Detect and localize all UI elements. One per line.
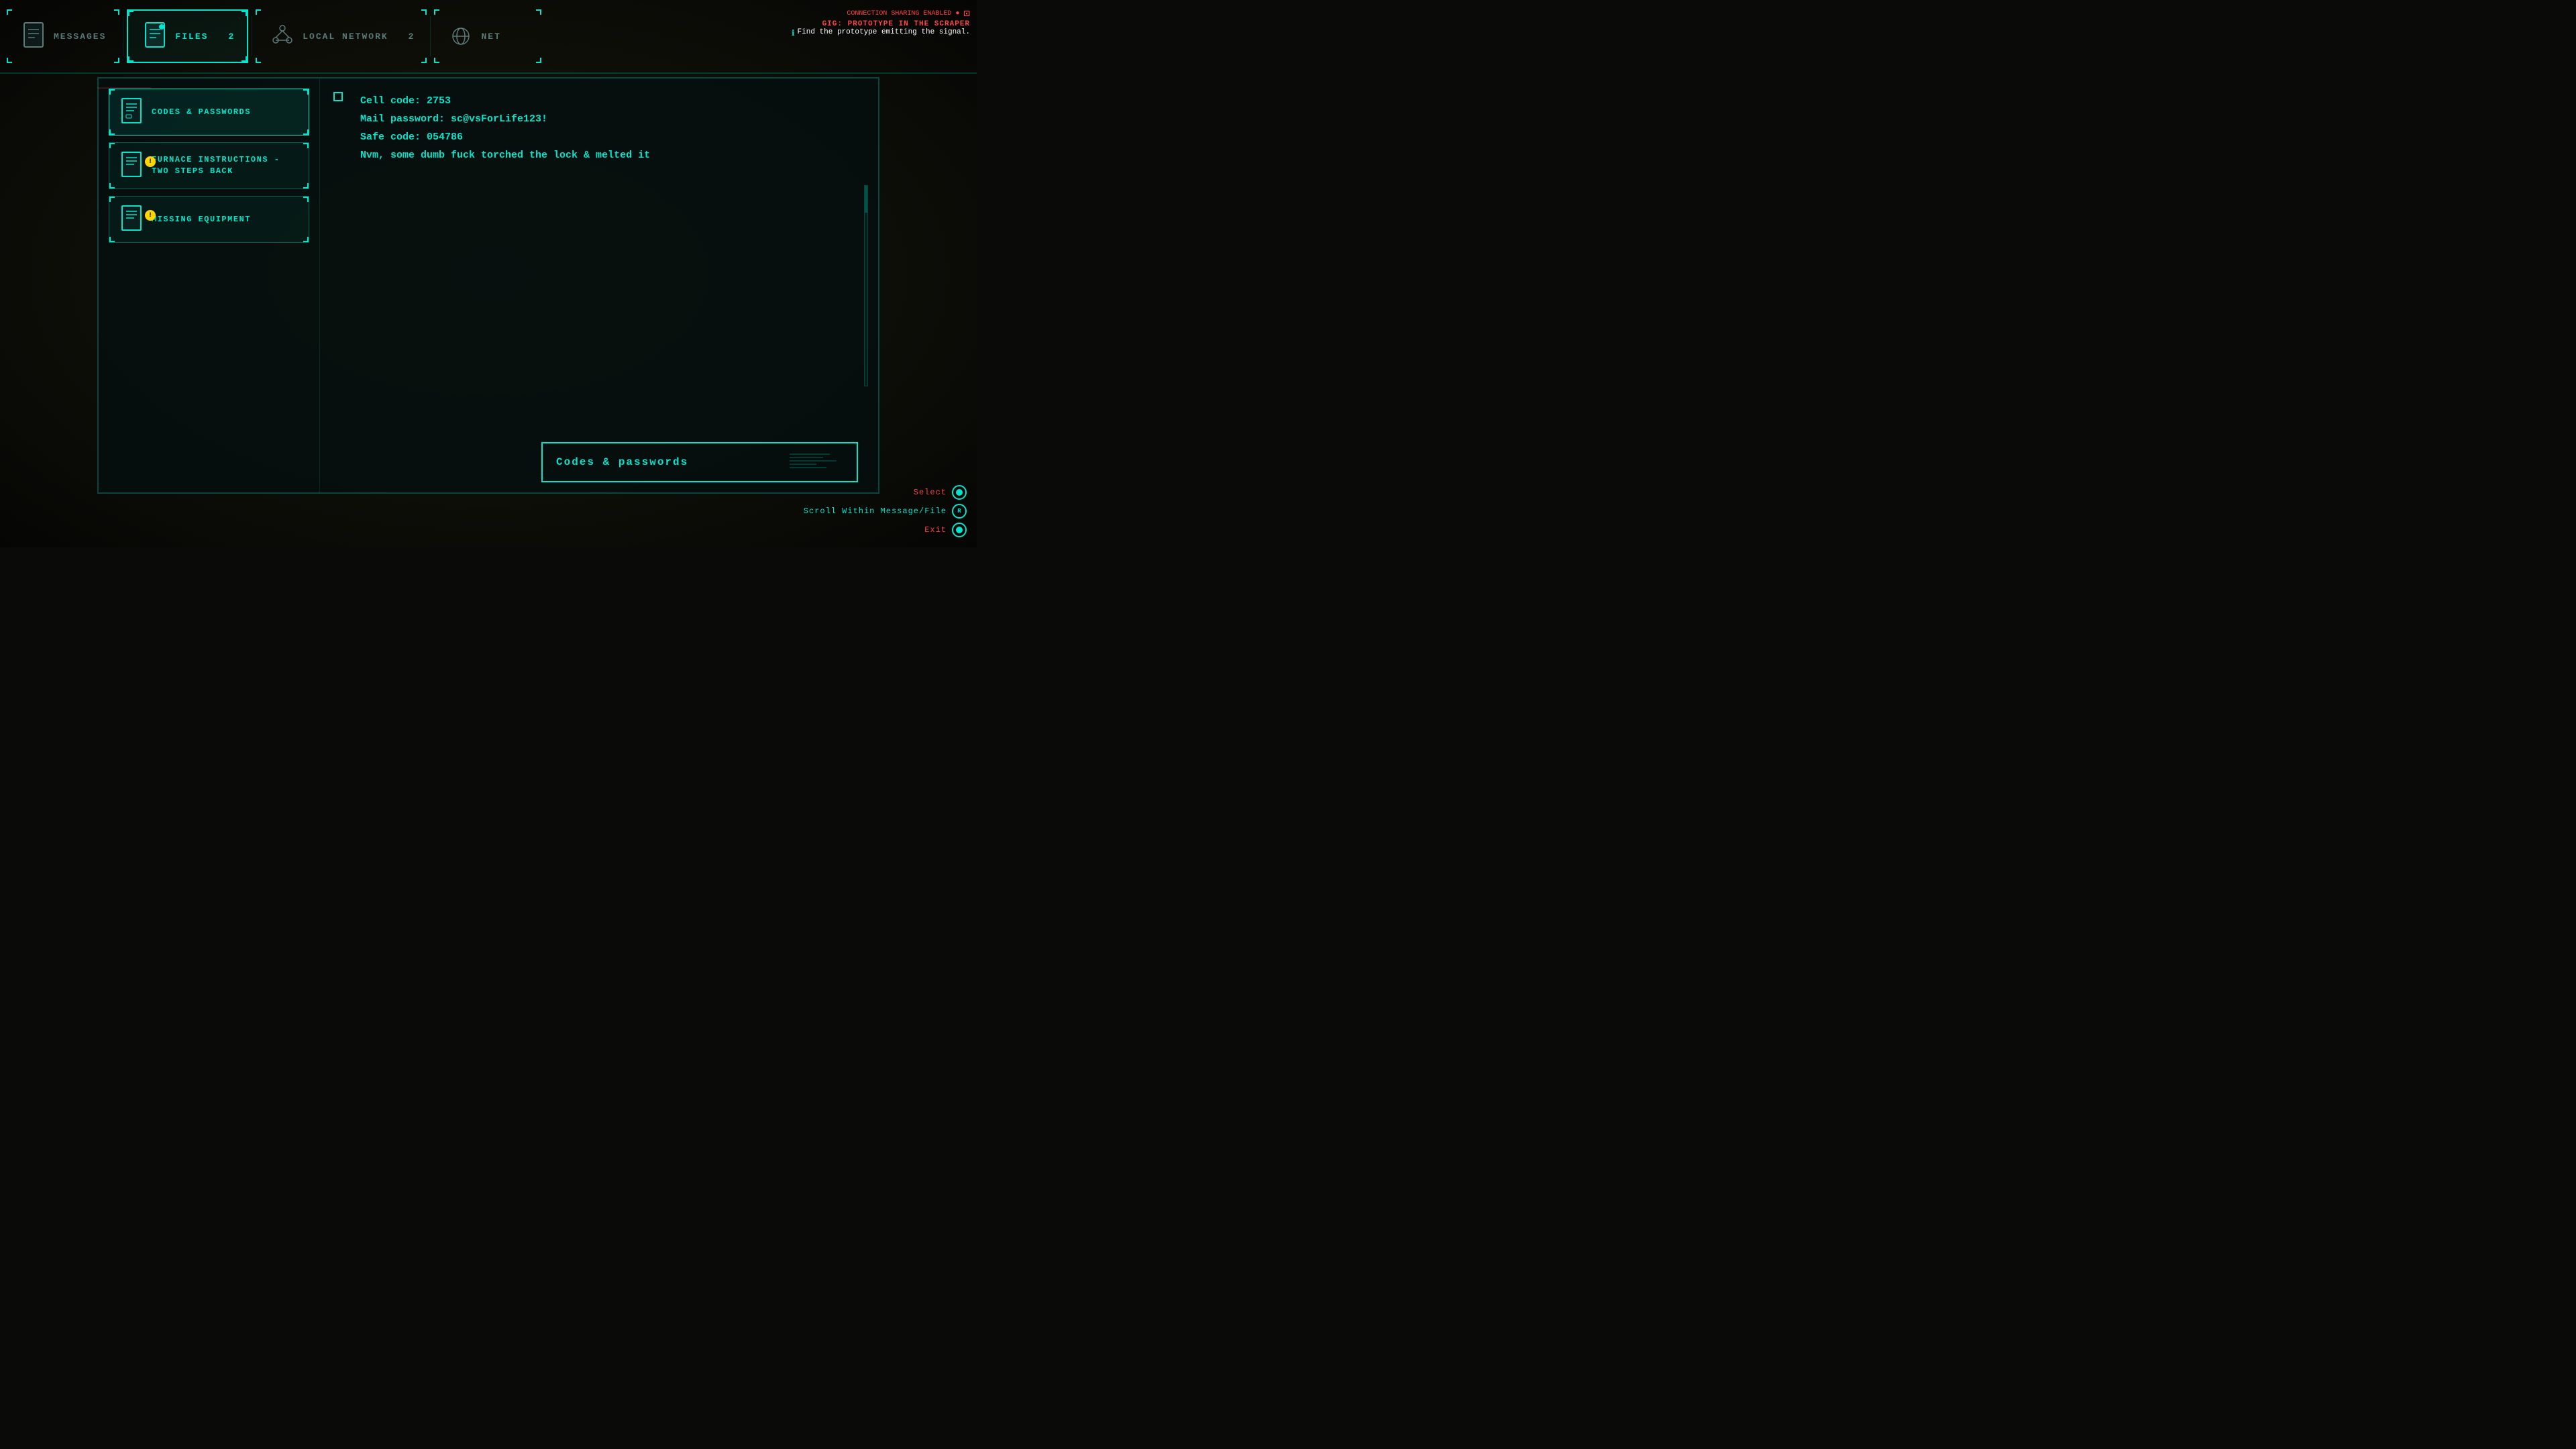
gig-objective-text: Find the prototype emitting the signal. [798, 28, 970, 36]
missing-equipment-icon: ! [119, 205, 144, 234]
select-btn-inner [956, 489, 963, 496]
sidebar: CODES & PASSWORDS ! FURNACE INSTRUCTIONS… [99, 78, 320, 492]
codes-passwords-icon [119, 97, 144, 127]
nav-sep-3 [430, 16, 431, 56]
file-marker [333, 92, 343, 101]
file-title-text: Codes & passwords [556, 456, 688, 468]
files-icon [142, 19, 168, 53]
file-title-bar: Codes & passwords [541, 442, 858, 482]
tab-files[interactable]: FILES 2 [127, 9, 248, 63]
sidebar-item-codes-passwords[interactable]: CODES & PASSWORDS [109, 89, 309, 136]
exit-label: Exit [924, 525, 947, 535]
net-tab-label: NET [481, 32, 500, 42]
missing-equipment-label: MISSING EQUIPMENT [152, 214, 251, 225]
scroll-btn[interactable]: R [952, 504, 967, 519]
furnace-label: FURNACE INSTRUCTIONS - TWO STEPS BACK [152, 154, 299, 177]
tab-net[interactable]: NET [434, 9, 541, 63]
gig-objective: ℹ Find the prototype emitting the signal… [792, 28, 970, 38]
connection-status: CONNECTION SHARING ENABLED ● [847, 10, 959, 17]
missing-equipment-alert-badge: ! [145, 210, 156, 221]
local-network-tab-label: LOCAL NETWORK [303, 32, 388, 42]
scroll-btn-r: R [957, 508, 961, 515]
messages-tab-label: MESSAGES [54, 32, 106, 42]
control-scroll: Scroll Within Message/File R [804, 504, 967, 519]
content-line-2: Mail password: sc@vsForLife123! [360, 110, 858, 128]
messages-icon [20, 19, 47, 53]
files-tab-label: FILES [175, 32, 208, 42]
file-content-area: Cell code: 2753 Mail password: sc@vsForL… [320, 78, 878, 492]
file-content-text: Cell code: 2753 Mail password: sc@vsForL… [360, 92, 858, 164]
exit-btn[interactable] [952, 523, 967, 537]
sidebar-item-missing-equipment[interactable]: ! MISSING EQUIPMENT [109, 196, 309, 243]
network-icon [269, 19, 296, 53]
gig-title: GIG: PROTOTYPE IN THE SCRAPER [792, 20, 970, 28]
tab-messages[interactable]: MESSAGES [7, 9, 119, 63]
furnace-alert-badge: ! [145, 156, 156, 167]
content-line-1: Cell code: 2753 [360, 92, 858, 110]
net-icon [447, 19, 474, 53]
select-btn[interactable] [952, 485, 967, 500]
sidebar-item-furnace[interactable]: ! FURNACE INSTRUCTIONS - TWO STEPS BACK [109, 142, 309, 189]
tab-local-network[interactable]: LOCAL NETWORK 2 [256, 9, 427, 63]
alert-icon: ⊡ [963, 7, 970, 20]
scroll-indicator[interactable] [864, 185, 868, 386]
control-exit: Exit [924, 523, 967, 537]
scroll-label: Scroll Within Message/File [804, 506, 947, 516]
gig-info: CONNECTION SHARING ENABLED ● ⊡ GIG: PROT… [792, 7, 970, 38]
select-label: Select [914, 488, 947, 497]
content-line-3: Safe code: 054786 [360, 128, 858, 146]
files-tab-count: 2 [215, 32, 233, 42]
local-network-tab-count: 2 [395, 32, 414, 42]
exit-btn-inner [956, 527, 963, 533]
file-title-decoration [790, 451, 843, 474]
main-content: CODES & PASSWORDS ! FURNACE INSTRUCTIONS… [97, 77, 879, 494]
scroll-thumb [865, 186, 867, 213]
bottom-controls: Select Scroll Within Message/File R Exit [804, 485, 967, 537]
top-navigation: MESSAGES FILES 2 [0, 0, 977, 74]
codes-passwords-label: CODES & PASSWORDS [152, 107, 251, 118]
content-line-4: Nvm, some dumb fuck torched the lock & m… [360, 146, 858, 164]
furnace-icon: ! [119, 151, 144, 180]
objective-icon: ℹ [792, 28, 795, 38]
control-select: Select [914, 485, 967, 500]
